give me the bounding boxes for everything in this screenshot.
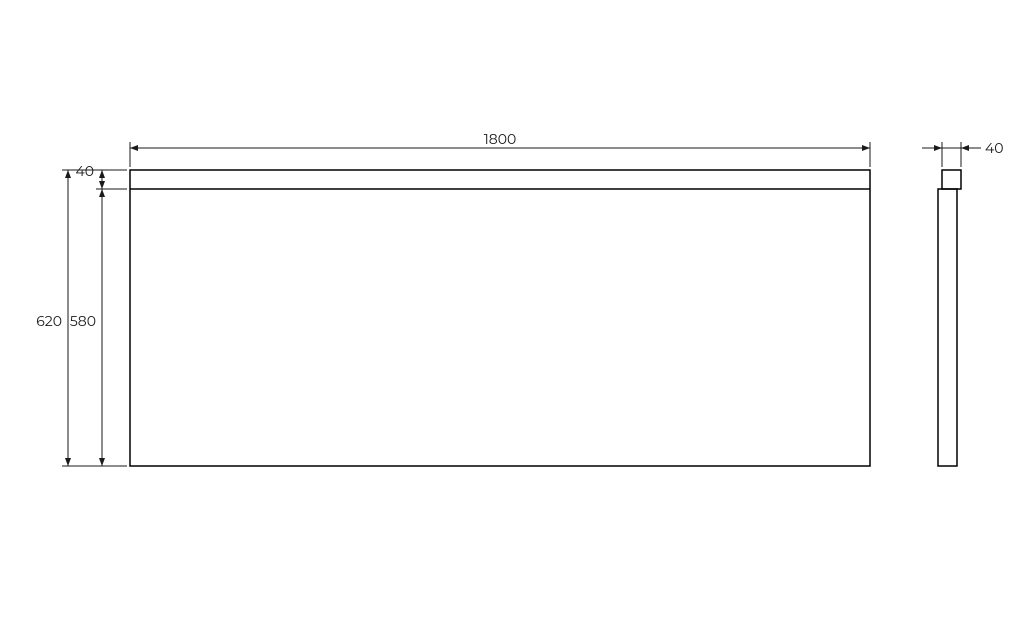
technical-drawing: 1800 40 580 620 [0,0,1024,630]
dimension-width: 1800 [130,130,870,167]
dimension-top-thickness-label: 40 [75,162,94,180]
dimension-body-height: 580 [70,189,127,466]
dimension-total-height-label: 620 [36,312,62,330]
dimension-width-label: 1800 [484,130,517,148]
dimension-side-depth: 40 [922,139,1004,167]
side-elevation [938,170,961,466]
dimension-side-depth-label: 40 [985,139,1004,157]
front-elevation [130,170,870,466]
dimension-top-thickness: 40 [75,162,127,189]
dimension-body-height-label: 580 [70,312,96,330]
